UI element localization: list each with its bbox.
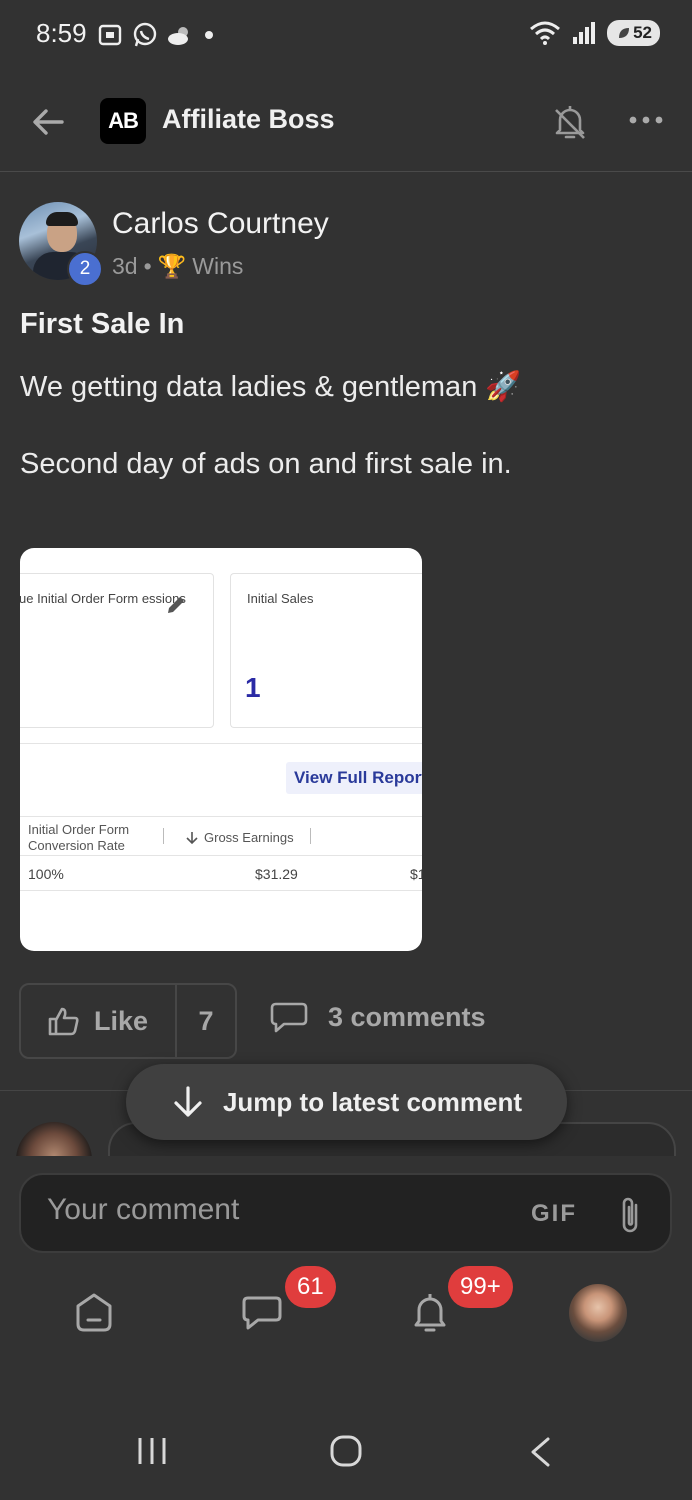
jump-to-latest-comment-button[interactable]: Jump to latest comment — [126, 1064, 567, 1140]
notifications-badge: 99+ — [448, 1266, 513, 1308]
status-system-icons: 52 — [529, 20, 660, 46]
author-name[interactable]: Carlos Courtney — [112, 207, 329, 241]
system-back-icon[interactable] — [528, 1436, 552, 1468]
system-home-icon[interactable] — [329, 1434, 363, 1468]
pencil-icon — [168, 597, 184, 613]
table-header: Initial Order Form Conversion Rate — [28, 822, 130, 853]
community-logo: AB — [100, 98, 146, 144]
metric-label: ue Initial Order Form essions — [20, 591, 186, 606]
sort-down-icon — [186, 832, 198, 845]
post-title: First Sale In — [20, 308, 185, 340]
table-cell: $31.29 — [255, 866, 298, 882]
post-body-line: Second day of ads on and first sale in. — [20, 448, 512, 480]
thumbs-up-icon — [48, 1007, 79, 1036]
status-notification-icons — [96, 22, 216, 48]
view-full-report-button: View Full Report — [286, 762, 422, 794]
battery-saver-icon — [619, 28, 630, 38]
notifications-off-icon[interactable] — [550, 102, 590, 142]
table-header: Gross Earnings — [186, 830, 294, 846]
jump-label: Jump to latest comment — [222, 1086, 523, 1117]
wifi-icon — [530, 21, 561, 45]
post-meta: 3d • 🏆 Wins — [112, 253, 243, 280]
weather-icon — [168, 27, 188, 45]
metric-value: 1 — [245, 672, 261, 703]
whatsapp-icon — [133, 22, 157, 47]
comment-composer: GIF — [19, 1173, 672, 1253]
comment-input[interactable] — [47, 1193, 487, 1227]
signal-icon — [573, 22, 596, 44]
app-header: AB Affiliate Boss — [0, 72, 692, 172]
like-group: Like 7 — [19, 983, 237, 1059]
comments-button[interactable]: 3 comments — [270, 1000, 486, 1034]
status-time: 8:59 — [36, 18, 87, 48]
table-cell: 100% — [28, 866, 64, 882]
home-icon[interactable] — [72, 1290, 116, 1334]
metric-label: Initial Sales — [247, 591, 314, 606]
post-category[interactable]: Wins — [192, 253, 243, 280]
battery-level: 52 — [633, 23, 652, 42]
more-options-icon[interactable] — [628, 110, 664, 130]
gif-button[interactable]: GIF — [531, 1200, 577, 1228]
paperclip-icon[interactable] — [617, 1195, 643, 1237]
trophy-icon: 🏆 — [157, 253, 187, 279]
dot-icon — [205, 31, 213, 39]
community-title: Affiliate Boss — [162, 104, 335, 134]
arrow-down-icon — [174, 1086, 202, 1117]
profile-avatar[interactable] — [569, 1284, 627, 1342]
comment-bubble-icon — [270, 1002, 308, 1033]
metric-card: ue Initial Order Form essions — [20, 573, 214, 728]
chat-badge: 61 — [285, 1266, 336, 1308]
recent-apps-icon[interactable] — [136, 1436, 168, 1466]
meta-separator: • — [143, 253, 152, 279]
notifications-icon[interactable] — [408, 1290, 452, 1334]
like-count[interactable]: 7 — [177, 985, 235, 1057]
post-age: 3d — [112, 253, 138, 279]
author-level-badge: 2 — [67, 251, 103, 287]
battery-indicator: 52 — [607, 20, 660, 46]
like-label: Like — [93, 1005, 149, 1036]
like-button[interactable]: Like — [21, 985, 177, 1057]
post-body: We getting data ladies & gentleman 🚀 Sec… — [20, 368, 660, 522]
table-header-label: Gross Earnings — [204, 830, 294, 845]
comments-count-label: 3 comments — [328, 1001, 486, 1032]
post-attachment-image[interactable]: ue Initial Order Form essions Initial Sa… — [20, 548, 422, 951]
back-arrow-icon[interactable] — [28, 102, 68, 142]
table-cell: $1 — [410, 866, 422, 882]
metric-card: Initial Sales 1 — [230, 573, 422, 728]
post-body-line: We getting data ladies & gentleman 🚀 — [20, 371, 522, 403]
screenshot-icon — [98, 24, 122, 46]
chat-icon[interactable] — [240, 1290, 284, 1334]
